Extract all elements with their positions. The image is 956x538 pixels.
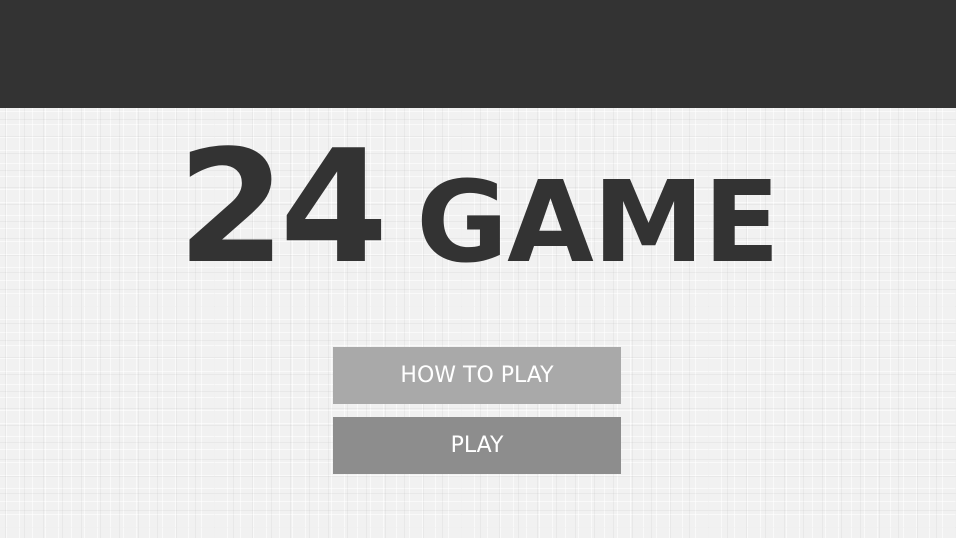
top-bar — [0, 0, 956, 108]
how-to-play-button[interactable]: HOW TO PLAY — [333, 347, 621, 404]
game-title-word: GAME — [416, 158, 780, 288]
game-title-number: 24 — [177, 116, 388, 298]
play-button[interactable]: PLAY — [333, 417, 621, 474]
game-title: 24 GAME — [0, 129, 956, 288]
